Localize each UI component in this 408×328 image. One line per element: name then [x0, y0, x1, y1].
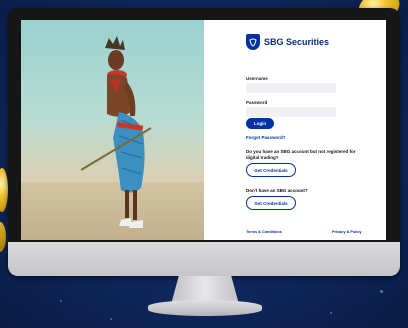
- new-account-prompt: Don't have an SBG account?: [246, 188, 308, 193]
- gold-coin-icon: [0, 222, 6, 252]
- background-sparkle: [330, 312, 332, 314]
- gold-coin-icon: [0, 168, 8, 212]
- forgot-password-link[interactable]: Forgot Password?: [246, 135, 286, 140]
- terms-link[interactable]: Terms & Conditions: [246, 230, 282, 234]
- login-button[interactable]: Login: [246, 118, 274, 129]
- background-sparkle: [110, 318, 112, 320]
- brand-logo: SBG Securities: [246, 34, 329, 50]
- get-credentials-existing-button[interactable]: Get Credentials: [246, 163, 296, 177]
- password-input[interactable]: [246, 107, 336, 117]
- login-panel: SBG Securities Username Password Login F…: [204, 20, 386, 240]
- existing-account-prompt: Do you have an SBG account but not regis…: [246, 149, 356, 160]
- maasai-warrior-illustration: [80, 36, 152, 228]
- get-credentials-new-button[interactable]: Get Credentials: [246, 196, 296, 210]
- password-label: Password: [246, 100, 268, 105]
- background-sparkle: [60, 300, 62, 302]
- monitor-chin: [8, 242, 400, 276]
- username-label: Username: [246, 76, 268, 81]
- monitor-stand-base: [148, 300, 262, 316]
- brand-name: SBG Securities: [264, 37, 330, 47]
- shield-icon: [246, 34, 260, 50]
- privacy-link[interactable]: Privacy & Policy: [332, 230, 362, 234]
- monitor: SBG Securities Username Password Login F…: [8, 8, 400, 276]
- background-sparkle: [380, 290, 383, 293]
- monitor-screen: SBG Securities Username Password Login F…: [21, 20, 386, 240]
- username-input[interactable]: [246, 83, 336, 93]
- hero-photo: [21, 20, 204, 240]
